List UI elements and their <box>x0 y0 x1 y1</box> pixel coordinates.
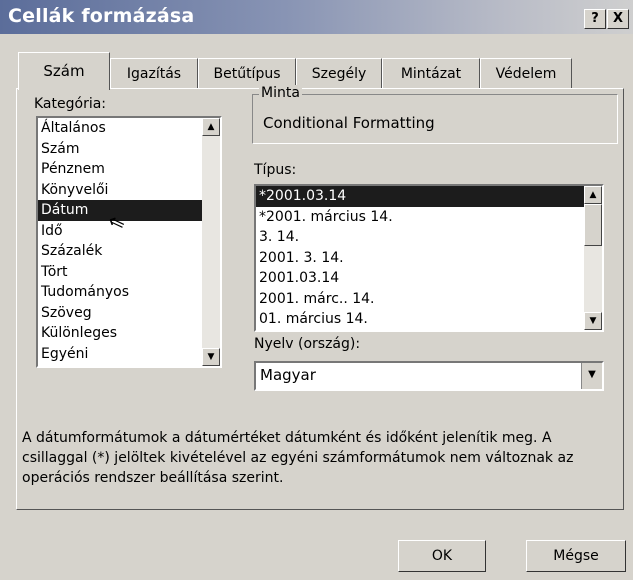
cancel-button[interactable]: Mégse <box>526 540 626 572</box>
scroll-down-icon[interactable]: ▼ <box>202 348 220 366</box>
ok-button[interactable]: OK <box>398 540 486 572</box>
chevron-down-icon[interactable]: ▼ <box>581 363 602 389</box>
category-list-item[interactable]: Pénznem <box>38 159 220 180</box>
sample-label: Minta <box>259 85 302 101</box>
category-list-item[interactable]: Idő <box>38 221 220 242</box>
category-list-item[interactable]: Szöveg <box>38 303 220 324</box>
type-list[interactable]: *2001.03.14 *2001. március 14. 3. 14. 2001.… <box>254 184 604 332</box>
locale-select[interactable]: Magyar ▼ <box>254 361 604 391</box>
type-list-item[interactable]: 2001. 3. 14. <box>256 248 602 269</box>
type-list-item[interactable]: 01. március 14. <box>256 309 602 330</box>
category-list-item[interactable]: Egyéni <box>38 344 220 365</box>
category-list-item[interactable]: Százalék <box>38 241 220 262</box>
locale-label: Nyelv (ország): <box>254 336 361 352</box>
category-list-item[interactable]: Szám <box>38 139 220 160</box>
type-label: Típus: <box>254 162 297 178</box>
sample-group: Minta Conditional Formatting <box>252 85 618 144</box>
category-list-item[interactable]: Könyvelői <box>38 180 220 201</box>
category-list-item[interactable]: Különleges <box>38 323 220 344</box>
category-list-item[interactable]: Dátum <box>38 200 220 221</box>
type-list-item[interactable]: *2001. március 14. <box>256 207 602 228</box>
category-list[interactable]: Általános Szám Pénznem Könyvelői Dátum Idő Szá… <box>36 116 222 368</box>
scroll-up-icon[interactable]: ▲ <box>584 186 602 204</box>
category-list-item[interactable]: Általános <box>38 118 220 139</box>
description-text: A dátumformátumok a dátumértéket dátumké… <box>22 430 574 486</box>
category-list-item[interactable]: Tört <box>38 262 220 283</box>
format-cells-dialog: Cellák formázása ? X Szám Igazítás Betűt… <box>0 0 633 580</box>
type-list-item[interactable]: 3. 14. <box>256 227 602 248</box>
type-list-item[interactable]: 2001. márc.. 14. <box>256 289 602 310</box>
type-list-item[interactable]: 2001.03.14 <box>256 268 602 289</box>
type-scrollbar[interactable]: ▲ ▼ <box>584 186 602 330</box>
category-label: Kategória: <box>34 96 107 112</box>
type-list-item[interactable]: *2001.03.14 <box>256 186 602 207</box>
category-scrollbar[interactable]: ▲ ▼ <box>202 118 220 366</box>
category-list-item[interactable]: Tudományos <box>38 282 220 303</box>
sample-value: Conditional Formatting <box>263 114 435 132</box>
scroll-thumb[interactable] <box>584 204 602 246</box>
scroll-down-icon[interactable]: ▼ <box>584 312 602 330</box>
scroll-up-icon[interactable]: ▲ <box>202 118 220 136</box>
locale-value: Magyar <box>260 366 316 384</box>
